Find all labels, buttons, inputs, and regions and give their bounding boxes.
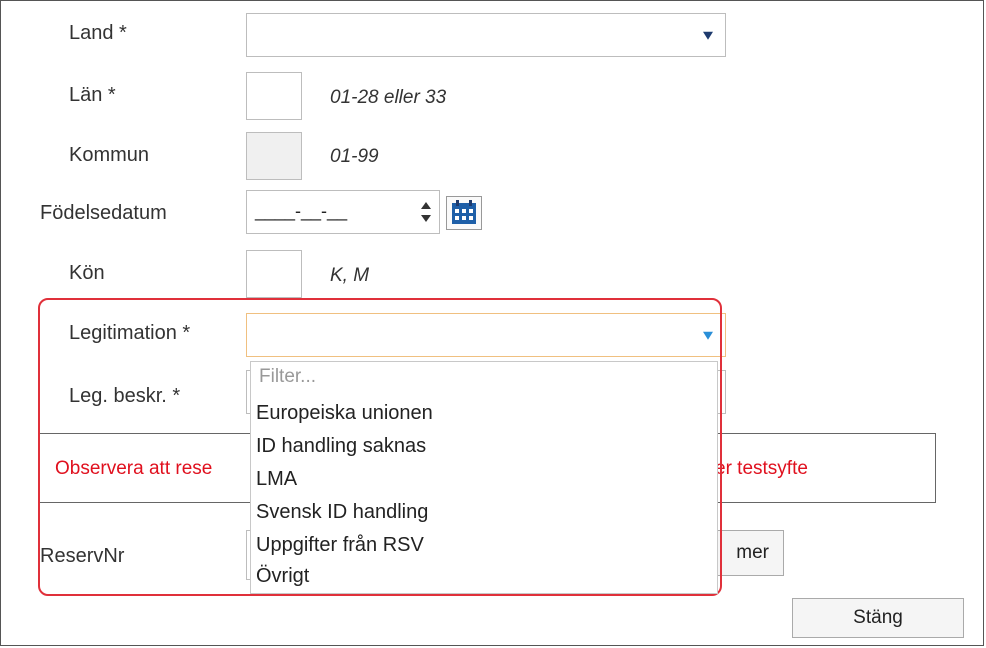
calendar-button[interactable] [446, 196, 482, 230]
dropdown-option[interactable]: ID handling saknas [256, 435, 426, 458]
date-mask: ____-__-__ [255, 201, 348, 221]
dropdown-option[interactable]: Övrigt [256, 565, 309, 588]
dropdown-option[interactable]: LMA [256, 468, 297, 491]
land-label: Land * [69, 22, 127, 44]
fodelsedatum-label: Födelsedatum [40, 202, 167, 224]
kon-input[interactable] [246, 250, 302, 298]
kon-label: Kön [69, 262, 105, 284]
close-button[interactable]: Stäng [792, 598, 964, 638]
chevron-down-icon [703, 31, 713, 40]
kommun-label: Kommun [69, 144, 150, 166]
spinner-icon[interactable] [421, 202, 431, 222]
calendar-icon [452, 200, 476, 224]
dropdown-option[interactable]: Svensk ID handling [256, 501, 428, 524]
notice-text-end: er testsyfte [715, 458, 808, 479]
land-select[interactable] [246, 13, 726, 57]
lan-input[interactable] [246, 72, 302, 120]
kommun-hint: 01-99 [330, 146, 379, 167]
dropdown-option[interactable]: Europeiska unionen [256, 402, 433, 425]
dropdown-filter-input[interactable]: Filter... [259, 366, 316, 388]
legitimation-dropdown[interactable]: Filter... Europeiska unionen ID handling… [250, 361, 718, 594]
kommun-input [246, 132, 302, 180]
lan-label: Län * [69, 84, 116, 106]
lan-hint: 01-28 eller 33 [330, 87, 447, 108]
kon-hint: K, M [330, 265, 370, 286]
fodelsedatum-input[interactable]: ____-__-__ [246, 190, 440, 234]
dropdown-option[interactable]: Uppgifter från RSV [256, 534, 424, 557]
